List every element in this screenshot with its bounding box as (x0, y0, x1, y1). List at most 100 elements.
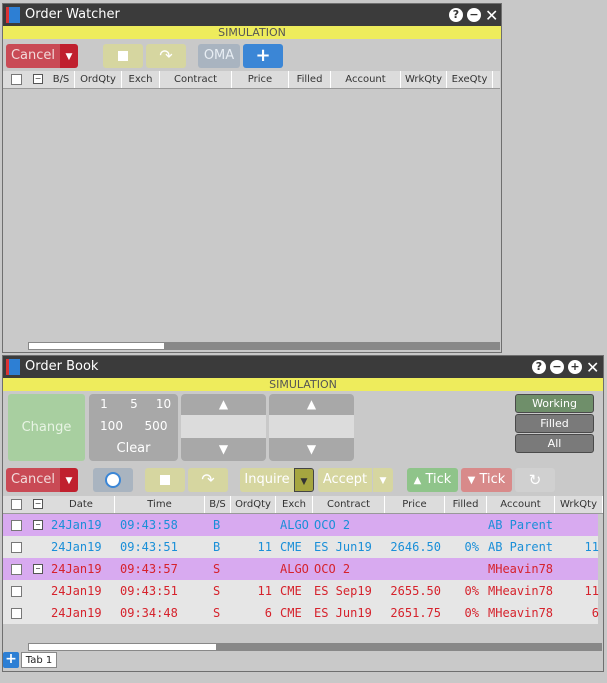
qty-1-button[interactable]: 1 (89, 397, 119, 411)
cell-date: 24Jan19 (51, 518, 102, 532)
column-header[interactable]: Account (331, 71, 401, 88)
column-header[interactable]: OrdQty (75, 71, 122, 88)
forward-button[interactable]: ↷ (146, 44, 186, 68)
qty-500-button[interactable]: 500 (134, 419, 178, 433)
horizontal-scrollbar[interactable] (28, 643, 602, 651)
arrow-down-icon[interactable]: ▼ (181, 442, 266, 456)
tick-down-button[interactable]: ▼ Tick (461, 468, 512, 492)
tick-up-button[interactable]: ▲ Tick (407, 468, 458, 492)
forward-button[interactable]: ↷ (188, 468, 228, 492)
cancel-dropdown-button[interactable]: ▼ (60, 44, 78, 68)
caret-up-icon: ▲ (413, 475, 422, 486)
quantity-stepper: ▲ ▼ (269, 394, 354, 461)
select-all-checkbox[interactable] (11, 74, 22, 85)
qty-10-button[interactable]: 10 (149, 397, 178, 411)
change-button[interactable]: Change (8, 394, 85, 461)
help-icon[interactable]: ? (449, 8, 463, 22)
column-header[interactable]: Price (232, 71, 289, 88)
order-row-parent[interactable]: − 24Jan19 09:43:57 S ALGO OCO 2 MHeavin7… (3, 558, 598, 580)
select-all-checkbox[interactable] (11, 499, 22, 510)
order-book-header: − Date Time B/S OrdQty Exch Contract Pri… (3, 496, 603, 514)
order-row[interactable]: 24Jan19 09:43:51 S 11 CME ES Sep19 2655.… (3, 580, 599, 602)
stop-button[interactable] (145, 468, 185, 492)
column-header[interactable]: Time (115, 496, 205, 513)
stop-button[interactable] (103, 44, 143, 68)
row-checkbox[interactable] (11, 564, 22, 575)
cancel-dropdown-button[interactable]: ▼ (60, 468, 78, 492)
cell-wrkqty: 6 (591, 606, 599, 620)
close-icon[interactable]: ✕ (586, 358, 599, 377)
collapse-all-icon[interactable]: − (33, 499, 43, 509)
accept-button[interactable]: Accept (318, 468, 372, 492)
column-header[interactable]: WrkQty (401, 71, 447, 88)
filter-working-button[interactable]: Working (515, 394, 594, 413)
arrow-up-icon[interactable]: ▲ (181, 397, 266, 411)
order-row[interactable]: 24Jan19 09:43:51 B 11 CME ES Jun19 2646.… (3, 536, 599, 558)
collapse-icon[interactable]: − (33, 520, 43, 530)
column-header[interactable]: Exch (122, 71, 160, 88)
order-row[interactable]: 24Jan19 09:34:48 S 6 CME ES Jun19 2651.7… (3, 602, 599, 624)
column-header[interactable]: WrkQty (555, 496, 603, 513)
inquire-button[interactable]: Inquire (240, 468, 294, 492)
column-header[interactable]: Contract (160, 71, 232, 88)
cell-bs: B (213, 540, 221, 554)
refresh-icon: ↻ (528, 471, 542, 489)
cell-time: 09:43:58 (120, 518, 178, 532)
quantity-input[interactable] (269, 415, 354, 438)
add-button[interactable]: + (243, 44, 283, 68)
cell-account: AB Parent (488, 540, 554, 554)
oma-button[interactable]: OMA (198, 44, 240, 68)
order-book-window: Order Book ? − + ✕ SIMULATION Change 1 5… (2, 355, 604, 672)
cell-bs: B (213, 518, 221, 532)
price-input[interactable] (181, 415, 266, 438)
column-header[interactable]: Filled (445, 496, 487, 513)
column-header[interactable]: B/S (205, 496, 231, 513)
collapse-all-icon[interactable]: − (33, 74, 43, 84)
row-checkbox[interactable] (11, 608, 22, 619)
scrollbar-thumb[interactable] (29, 343, 164, 349)
order-watcher-titlebar[interactable]: Order Watcher ? − ✕ (3, 4, 501, 26)
column-header[interactable]: Exch (276, 496, 313, 513)
cancel-button[interactable]: Cancel (6, 44, 60, 68)
maximize-icon[interactable]: + (568, 360, 582, 374)
cell-contract: ES Sep19 (314, 584, 372, 598)
filter-filled-button[interactable]: Filled (515, 414, 594, 433)
column-header[interactable]: Account (487, 496, 555, 513)
column-header[interactable]: ExeQty (447, 71, 493, 88)
row-checkbox[interactable] (11, 520, 22, 531)
cell-bs: S (213, 606, 221, 620)
accept-dropdown-button[interactable]: ▼ (373, 468, 393, 492)
horizontal-scrollbar[interactable] (28, 342, 500, 350)
collapse-icon[interactable]: − (33, 564, 43, 574)
column-header[interactable]: Date (48, 496, 115, 513)
minimize-icon[interactable]: − (550, 360, 564, 374)
qty-100-button[interactable]: 100 (89, 419, 134, 433)
refresh-button[interactable]: ↻ (515, 468, 555, 492)
column-header[interactable]: Price (385, 496, 445, 513)
tab-1[interactable]: Tab 1 (21, 652, 57, 668)
help-icon[interactable]: ? (532, 360, 546, 374)
clear-button[interactable]: Clear (89, 441, 178, 456)
column-header[interactable]: Contract (313, 496, 385, 513)
order-row-parent[interactable]: − 24Jan19 09:43:58 B ALGO OCO 2 AB Paren… (3, 514, 598, 536)
row-checkbox[interactable] (11, 586, 22, 597)
column-header[interactable]: B/S (48, 71, 75, 88)
filter-all-button[interactable]: All (515, 434, 594, 453)
order-book-titlebar[interactable]: Order Book ? − + ✕ (3, 356, 603, 378)
inquire-dropdown-button[interactable]: ▼ (294, 468, 314, 492)
add-tab-button[interactable]: + (3, 652, 19, 668)
qty-5-button[interactable]: 5 (119, 397, 149, 411)
close-icon[interactable]: ✕ (485, 6, 498, 25)
arrow-down-icon[interactable]: ▼ (269, 442, 354, 456)
cell-wrkqty: 11 (584, 584, 599, 598)
scrollbar-thumb[interactable] (29, 644, 216, 650)
column-header[interactable]: Filled (289, 71, 331, 88)
cancel-button[interactable]: Cancel (6, 468, 60, 492)
history-button[interactable] (93, 468, 133, 492)
cell-exch: ALGO (280, 518, 309, 532)
minimize-icon[interactable]: − (467, 8, 481, 22)
chevron-down-icon: ▼ (65, 52, 73, 62)
row-checkbox[interactable] (11, 542, 22, 553)
arrow-up-icon[interactable]: ▲ (269, 397, 354, 411)
column-header[interactable]: OrdQty (231, 496, 276, 513)
